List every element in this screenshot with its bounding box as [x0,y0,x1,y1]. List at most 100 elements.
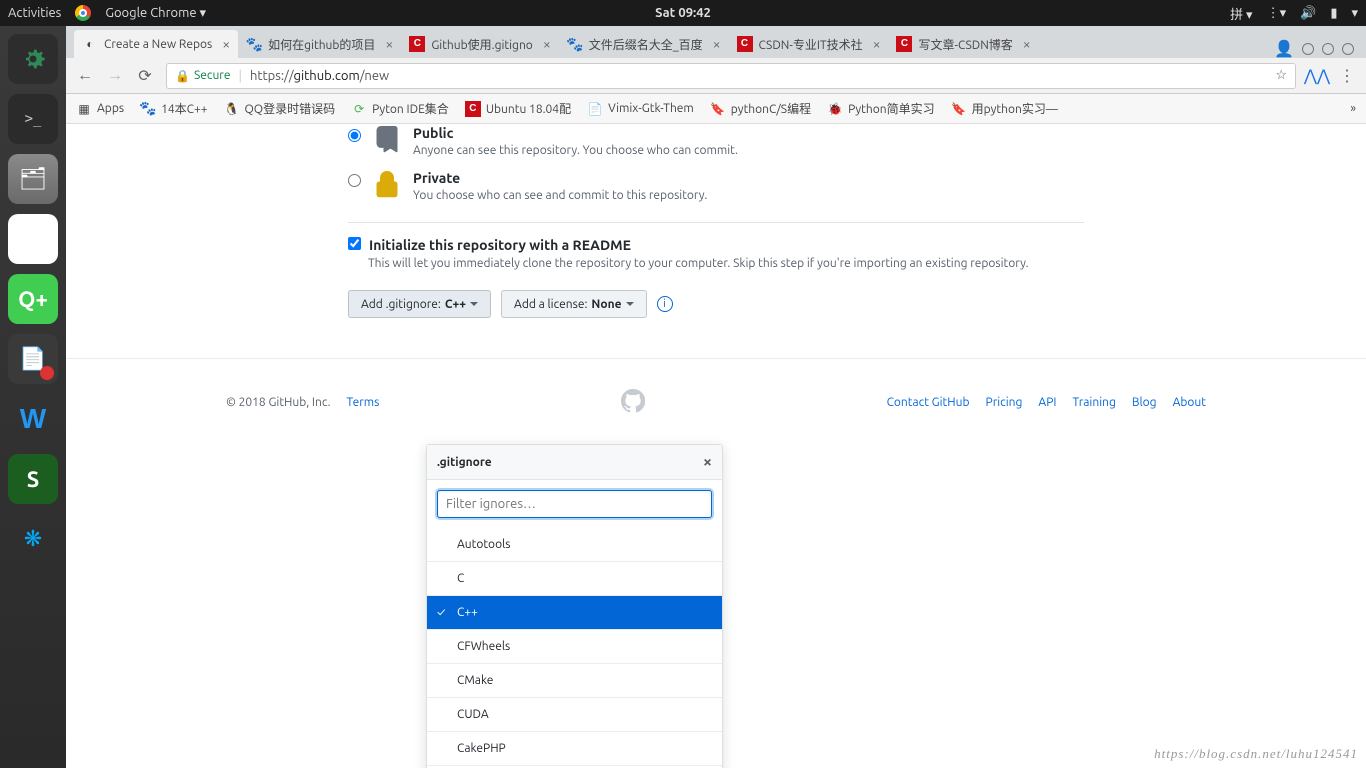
apps-button[interactable]: ▦Apps [76,101,124,117]
link-icon: 🔖 [710,101,726,117]
qt-launcher-icon[interactable]: Q+ [8,274,58,324]
tab-1[interactable]: 🐾如何在github的项目× [238,30,401,58]
app-menu[interactable]: Google Chrome ▾ [105,6,206,21]
dropdown-item[interactable]: CakePHP [427,732,722,766]
volume-icon[interactable]: 🔊 [1300,6,1316,21]
footer-link-terms[interactable]: Terms [347,396,380,409]
add-gitignore-button[interactable]: Add .gitignore: C++ [348,290,491,318]
microsoft-launcher-icon[interactable] [8,214,58,264]
bookmark-item[interactable]: ⟳Pyton IDE集合 [351,100,449,117]
close-icon[interactable]: × [385,36,393,52]
reload-icon[interactable]: ⟳ [136,67,154,85]
tab-strip: ◐Create a New Repos× 🐾如何在github的项目× CGit… [66,26,1366,58]
dropdown-item-selected[interactable]: C++ [427,596,722,630]
clock[interactable]: Sat 09:42 [655,6,711,20]
tab-title: 文件后缀名大全_百度 [589,36,703,53]
dropdown-item[interactable]: CUDA [427,698,722,732]
visibility-private-row[interactable]: PrivateYou choose who can see and commit… [348,163,1084,208]
bookmark-item[interactable]: 🐾14本C++ [140,100,207,117]
settings-launcher-icon[interactable] [8,34,58,84]
bookmark-item[interactable]: 🔖pythonC/S编程 [710,100,811,117]
filter-input[interactable] [437,490,712,518]
caret-down-icon [626,302,634,310]
footer-link[interactable]: About [1173,396,1206,409]
show-apps-icon[interactable] [8,706,58,756]
secure-badge[interactable]: 🔒Secure [175,69,230,83]
bookmark-item[interactable]: CUbuntu 18.04配 [465,100,571,117]
close-icon[interactable]: × [222,36,230,52]
dropdown-item[interactable]: CFWheels [427,630,722,664]
extension-icon[interactable]: ⋀⋀ [1308,67,1326,85]
dropdown-item[interactable]: Autotools [427,528,722,562]
tab-title: 写文章-CSDN博客 [918,36,1012,53]
activities-button[interactable]: Activities [8,6,61,20]
input-method[interactable]: 拼 ▾ [1230,4,1253,23]
dropdown-header: .gitignore × [427,445,722,480]
init-readme-checkbox[interactable] [348,237,361,250]
public-label: Public [413,125,453,141]
footer-link[interactable]: Blog [1132,396,1157,409]
star-icon[interactable]: ☆ [1275,68,1287,83]
github-icon: ◐ [82,36,98,52]
close-icon[interactable]: × [713,36,721,52]
url-input[interactable]: 🔒Secure | https://github.com/new ☆ [166,63,1296,89]
bookmark-item[interactable]: 📄Vimix-Gtk-Them [587,101,694,117]
app-red-badge-icon[interactable]: 📄 [8,334,58,384]
url-text: https://github.com/new [250,69,389,83]
close-window-icon[interactable] [1342,43,1354,55]
wifi-icon[interactable]: ⋮▾ [1267,6,1287,21]
bookmark-item[interactable]: 🐞Python简单实习 [827,100,935,117]
files-launcher-icon[interactable]: 🗂 [8,154,58,204]
tab-3[interactable]: 🐾文件后缀名大全_百度× [559,30,729,58]
bookmark-item[interactable]: 🐧QQ登录时错误码 [224,100,336,117]
copyright: © 2018 GitHub, Inc. [226,396,331,409]
forward-icon: → [106,67,124,85]
footer-link[interactable]: API [1038,396,1056,409]
battery-icon[interactable]: ▮ [1330,6,1337,21]
init-readme-help: This will let you immediately clone the … [368,257,1084,270]
blue-app-icon[interactable]: ❋ [8,514,58,564]
bookmark-item[interactable]: 🔖用python实习— [951,100,1058,117]
public-help: Anyone can see this repository. You choo… [413,144,738,157]
dropdown-title: .gitignore [437,456,492,469]
minimize-icon[interactable] [1302,43,1314,55]
tab-2[interactable]: CGithub使用.gitigno× [401,30,558,58]
add-license-button[interactable]: Add a license: None [501,290,646,318]
dropdown-item[interactable]: C [427,562,722,596]
watermark: https://blog.csdn.net/luhu124541 [1154,746,1358,762]
close-icon[interactable]: × [703,453,712,471]
dropdown-list[interactable]: Autotools C C++ CFWheels CMake CUDA Cake… [427,528,722,768]
menu-icon[interactable]: ⋮ [1338,67,1356,85]
apps-label: Apps [97,102,124,115]
dropdown-item[interactable]: CMake [427,664,722,698]
footer-link[interactable]: Contact GitHub [887,396,970,409]
tab-4[interactable]: CCSDN-专业IT技术社× [729,30,889,58]
power-icon[interactable]: ▾ [1351,6,1358,21]
visibility-public-row[interactable]: Public Anyone can see this repository. Yo… [348,124,1084,163]
link-icon: 🐞 [827,101,843,117]
profile-icon[interactable]: 👤 [1274,39,1294,58]
csdn-icon: C [896,36,912,52]
github-mark-icon[interactable] [621,389,645,416]
close-icon[interactable]: × [1023,36,1031,52]
tab-5[interactable]: C 写文章-CSDN博客 × [888,30,1038,58]
back-icon[interactable]: ← [76,67,94,85]
init-readme-row[interactable]: Initialize this repository with a README [348,237,1084,253]
close-icon[interactable]: × [873,36,881,52]
tab-0[interactable]: ◐Create a New Repos× [74,30,238,58]
footer-link[interactable]: Pricing [986,396,1023,409]
s-launcher-icon[interactable]: S [8,454,58,504]
close-icon[interactable]: × [543,36,551,52]
info-icon[interactable]: i [657,296,673,312]
bookmarks-overflow[interactable]: » [1350,102,1356,115]
private-radio[interactable] [348,174,361,187]
wps-launcher-icon[interactable]: W [8,394,58,444]
repo-public-icon [371,124,403,156]
footer-link[interactable]: Training [1072,396,1115,409]
link-icon: 📄 [587,101,603,117]
csdn-icon: C [737,36,753,52]
public-radio[interactable] [348,129,361,142]
maximize-icon[interactable] [1322,43,1334,55]
tab-title: 如何在github的项目 [268,36,375,53]
terminal-launcher-icon[interactable] [8,94,58,144]
